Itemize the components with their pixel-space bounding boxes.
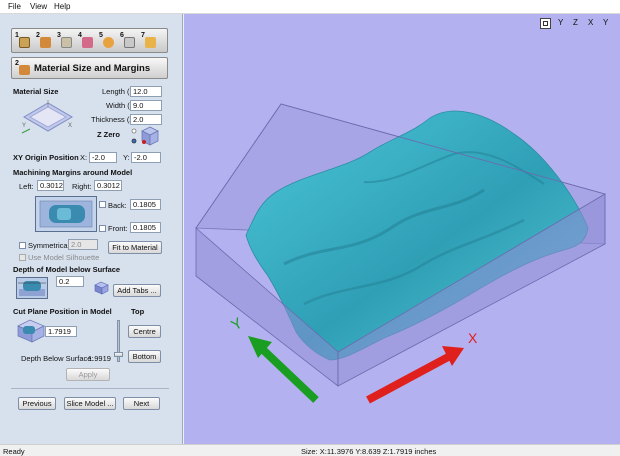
status-bar: Ready Size: X:11.3976 Y:8.639 Z:1.7919 i… bbox=[0, 444, 620, 456]
tab-block-icon bbox=[94, 281, 109, 295]
roughing-icon bbox=[61, 37, 72, 48]
x-axis-label: X bbox=[468, 330, 478, 346]
panel-title: 2 Material Size and Margins bbox=[11, 57, 168, 79]
depth-heading: Depth of Model below Surface bbox=[13, 265, 121, 274]
margins-heading: Machining Margins around Model bbox=[13, 168, 133, 177]
right-margin-label: Right: bbox=[72, 182, 92, 191]
menu-bar: File View Help bbox=[0, 0, 620, 14]
status-text: Ready bbox=[3, 447, 25, 456]
model-size-readout: Size: X:11.3976 Y:8.639 Z:1.7919 inches bbox=[301, 447, 437, 456]
3d-viewport[interactable]: Y X Y Z X Y bbox=[184, 14, 620, 444]
finishing-icon bbox=[82, 37, 93, 48]
back-margin-label: Back: bbox=[108, 201, 127, 210]
cutout-icon bbox=[103, 37, 114, 48]
view-z-icon[interactable]: Z bbox=[573, 18, 578, 27]
zzero-label: Z Zero bbox=[97, 130, 120, 139]
step-6-button[interactable]: 6 bbox=[120, 32, 136, 49]
depth-input[interactable]: 0.2 bbox=[56, 276, 84, 287]
origin-x-input[interactable]: -2.0 bbox=[89, 152, 117, 163]
step-4-button[interactable]: 4 bbox=[78, 32, 94, 49]
slice-model-button[interactable]: Slice Model ... bbox=[64, 397, 116, 410]
cutplane-heading: Cut Plane Position in Model bbox=[13, 307, 112, 316]
previous-button[interactable]: Previous bbox=[18, 397, 56, 410]
svg-text:Y: Y bbox=[22, 123, 26, 129]
depth-diagram-icon bbox=[16, 277, 48, 299]
length-input[interactable]: 12.0 bbox=[130, 86, 162, 97]
svg-text:X: X bbox=[68, 123, 72, 129]
right-margin-input[interactable]: 0.3012 bbox=[94, 180, 122, 191]
xy-origin-heading: XY Origin Position bbox=[13, 153, 79, 162]
origin-y-input[interactable]: -2.0 bbox=[131, 152, 161, 163]
depth-below-surface-label: Depth Below Surface: bbox=[21, 354, 94, 363]
origin-y-label: Y: bbox=[123, 153, 130, 162]
view-y-front-icon[interactable]: Y bbox=[603, 18, 608, 27]
menu-help[interactable]: Help bbox=[54, 2, 70, 11]
save-toolpaths-icon bbox=[145, 37, 156, 48]
view-x-icon[interactable]: X bbox=[588, 18, 593, 27]
cutplane-top-label: Top bbox=[131, 307, 145, 316]
front-margin-input[interactable]: 0.1805 bbox=[130, 222, 161, 233]
model-scene bbox=[195, 103, 606, 404]
material-size-icon bbox=[40, 37, 51, 48]
view-y-icon[interactable]: Y bbox=[558, 18, 563, 27]
cutplane-slider-thumb[interactable] bbox=[114, 352, 123, 357]
step-7-button[interactable]: 7 bbox=[141, 32, 157, 49]
apply-button[interactable]: Apply bbox=[66, 368, 110, 381]
left-margin-label: Left: bbox=[19, 182, 34, 191]
zzero-selector-icon[interactable] bbox=[130, 125, 164, 147]
back-margin-input[interactable]: 0.1805 bbox=[130, 199, 161, 210]
fit-to-material-button[interactable]: Fit to Material bbox=[108, 241, 162, 254]
thickness-input[interactable]: 2.0 bbox=[130, 114, 162, 125]
material-size-diagram: X Y bbox=[21, 100, 73, 134]
preview-icon bbox=[124, 37, 135, 48]
back-margin-checkbox[interactable] bbox=[99, 201, 106, 208]
step-toolbar: 1 2 3 4 5 6 7 bbox=[11, 28, 168, 53]
symmetrical-label: Symmetrical bbox=[28, 241, 70, 250]
model-silhouette-checkbox[interactable] bbox=[19, 254, 26, 261]
symmetrical-checkbox[interactable] bbox=[19, 242, 26, 249]
model-silhouette-label: Use Model Silhouette bbox=[28, 253, 100, 262]
width-input[interactable]: 9.0 bbox=[130, 100, 162, 111]
step-1-button[interactable]: 1 bbox=[15, 32, 31, 49]
material-size-icon bbox=[19, 65, 30, 75]
front-margin-checkbox[interactable] bbox=[99, 225, 106, 232]
front-margin-label: Front: bbox=[108, 224, 128, 233]
cutplane-diagram-icon bbox=[17, 319, 45, 343]
add-tabs-button[interactable]: Add Tabs ... bbox=[113, 284, 161, 297]
step-2-button[interactable]: 2 bbox=[36, 32, 52, 49]
symmetrical-input[interactable]: 2.0 bbox=[68, 239, 98, 250]
step-5-button[interactable]: 5 bbox=[99, 32, 115, 49]
bottom-button[interactable]: Bottom bbox=[128, 350, 161, 363]
next-button[interactable]: Next bbox=[123, 397, 160, 410]
menu-view[interactable]: View bbox=[30, 2, 47, 11]
centre-button[interactable]: Centre bbox=[128, 325, 161, 338]
left-margin-input[interactable]: 0.3012 bbox=[37, 180, 64, 191]
fit-view-icon[interactable] bbox=[540, 18, 551, 29]
margins-preview-image bbox=[35, 196, 97, 232]
panel-title-text: Material Size and Margins bbox=[34, 63, 151, 74]
depth-below-surface-value: 1.9919 bbox=[88, 354, 111, 363]
cutplane-input[interactable]: 1.7919 bbox=[45, 326, 77, 337]
step-number: 5 bbox=[99, 32, 103, 39]
model-orientation-icon bbox=[19, 37, 30, 48]
menu-file[interactable]: File bbox=[8, 2, 21, 11]
divider bbox=[11, 388, 169, 389]
step-3-button[interactable]: 3 bbox=[57, 32, 73, 49]
origin-x-label: X: bbox=[80, 153, 88, 162]
